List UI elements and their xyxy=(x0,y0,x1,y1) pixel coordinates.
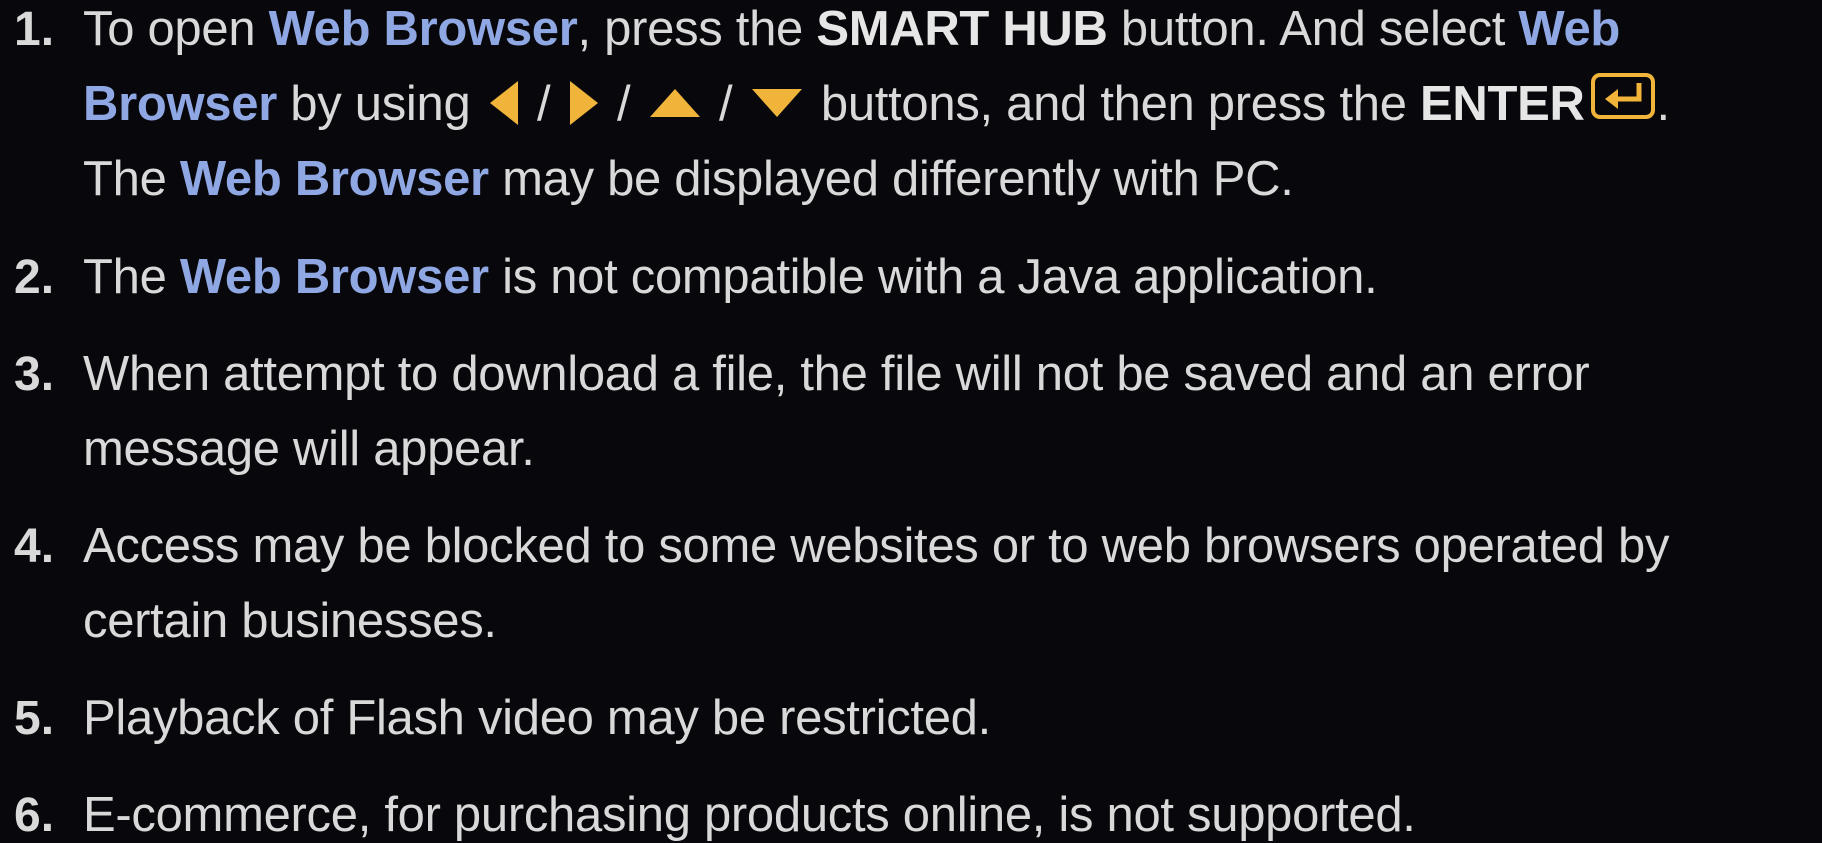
text-line: Access may be blocked to some websites o… xyxy=(83,519,1670,573)
text-segment: buttons, and then press the xyxy=(807,77,1420,131)
item-number: 5. xyxy=(14,692,55,745)
text-segment: button. And select xyxy=(1107,2,1519,56)
text-segment: The xyxy=(83,250,180,304)
triangle-left-icon xyxy=(489,81,518,126)
highlight-term: Web xyxy=(1518,2,1621,56)
text-segment: . xyxy=(1656,77,1671,131)
item-number: 6. xyxy=(14,789,55,842)
text-line: message will appear. xyxy=(83,422,535,476)
text-line: Browser by using / / / buttons, and then… xyxy=(83,67,1818,142)
separator: / xyxy=(603,77,644,131)
item-text: The Web Browser is not compatible with a… xyxy=(83,240,1818,315)
separator: / xyxy=(523,77,564,131)
highlight-term: Web Browser xyxy=(179,152,489,206)
separator: / xyxy=(705,77,746,131)
enter-icon xyxy=(1590,66,1657,141)
button-name: ENTER xyxy=(1419,77,1585,131)
text-line: E-commerce, for purchasing products onli… xyxy=(83,788,1416,842)
item-number: 1. xyxy=(14,3,55,56)
text-line: Playback of Flash video may be restricte… xyxy=(83,691,991,745)
item-number: 4. xyxy=(14,520,55,573)
button-name: SMART HUB xyxy=(816,2,1108,56)
highlight-term: Web Browser xyxy=(179,250,489,304)
text-line: The Web Browser is not compatible with a… xyxy=(83,240,1818,315)
text-segment: , press the xyxy=(577,2,817,56)
highlight-term: Browser xyxy=(83,77,277,131)
help-screen: 1. To open Web Browser, press the SMART … xyxy=(0,0,1822,843)
item-text: Access may be blocked to some websites o… xyxy=(83,509,1818,659)
item-text: E-commerce, for purchasing products onli… xyxy=(83,778,1818,843)
highlight-term: Web Browser xyxy=(268,2,578,56)
item-number: 2. xyxy=(14,251,55,304)
item-text: Playback of Flash video may be restricte… xyxy=(83,681,1818,756)
text-segment: To open xyxy=(83,2,269,56)
text-line: certain businesses. xyxy=(83,594,497,648)
item-number: 3. xyxy=(14,348,55,401)
text-segment: The xyxy=(83,152,180,206)
text-segment: is not compatible with a Java applicatio… xyxy=(488,250,1378,304)
text-line: When attempt to download a file, the fil… xyxy=(83,347,1590,401)
triangle-right-icon xyxy=(569,81,598,126)
item-text: To open Web Browser, press the SMART HUB… xyxy=(83,0,1818,217)
text-line: To open Web Browser, press the SMART HUB… xyxy=(83,0,1818,67)
triangle-up-icon xyxy=(649,89,700,118)
text-segment: may be displayed differently with PC. xyxy=(488,152,1294,206)
triangle-down-icon xyxy=(751,89,802,118)
text-line: The Web Browser may be displayed differe… xyxy=(83,142,1818,217)
text-segment: by using xyxy=(276,77,484,131)
item-text: When attempt to download a file, the fil… xyxy=(83,337,1818,487)
